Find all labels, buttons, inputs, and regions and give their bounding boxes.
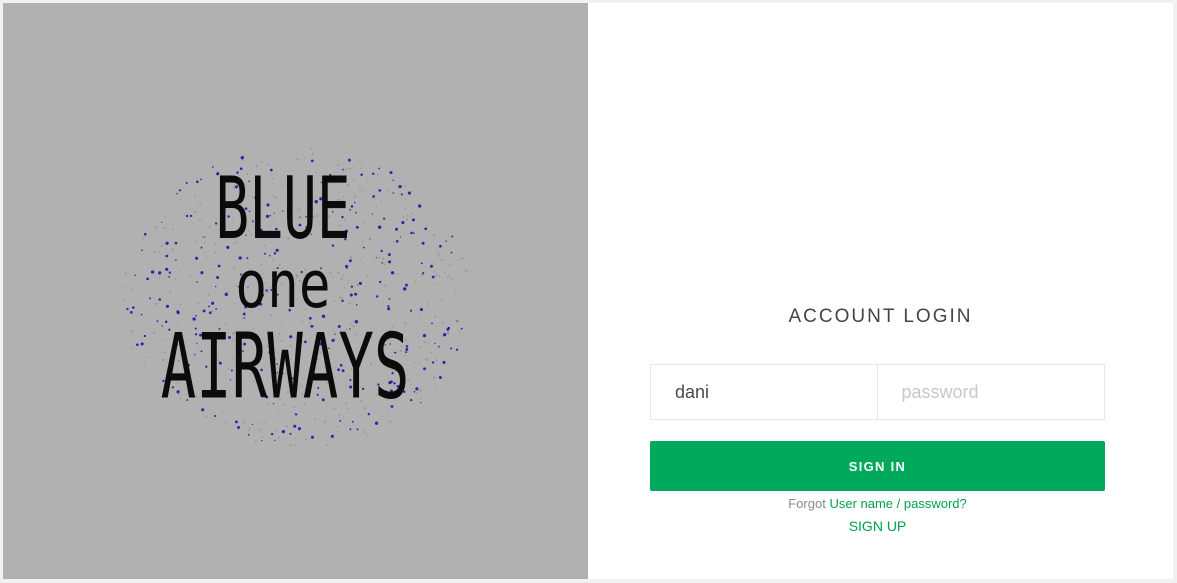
login-panel: ACCOUNT LOGIN (588, 3, 1173, 579)
username-field[interactable] (650, 364, 878, 420)
account-login-title: ACCOUNT LOGIN (788, 306, 973, 327)
forgot-credentials: Forgot User name / password? (650, 496, 1105, 511)
password-field[interactable] (877, 364, 1105, 420)
brand-logo: BLUE one AIRWAYS (113, 138, 483, 458)
credentials-row (650, 364, 1105, 420)
sign-up-row: SIGN UP (650, 518, 1105, 534)
brand-panel: BLUE one AIRWAYS (3, 3, 588, 579)
login-page: BLUE one AIRWAYS ACCOUNT LOGIN (3, 3, 1173, 579)
sign-up-link[interactable]: SIGN UP (849, 518, 907, 534)
logo-line-blue: BLUE (215, 160, 351, 259)
logo-wordmark: BLUE one AIRWAYS (113, 138, 483, 458)
forgot-credentials-link[interactable]: User name / password? (829, 496, 966, 511)
sign-in-button[interactable]: SIGN IN (650, 441, 1105, 491)
logo-line-one: one (235, 245, 331, 323)
forgot-prefix: Forgot (788, 496, 826, 511)
logo-line-airways: AIRWAYS (160, 315, 410, 420)
